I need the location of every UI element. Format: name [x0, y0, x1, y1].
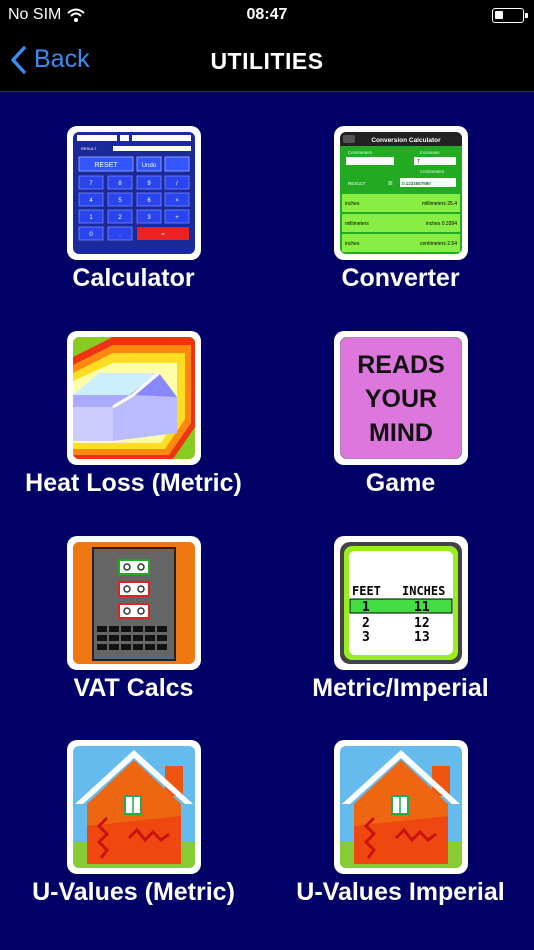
converter-tile[interactable]: Conversion Calculator Centimeters Increa…	[267, 126, 534, 293]
vat-calcs-label: VAT Calcs	[73, 674, 194, 702]
svg-text:+: +	[175, 215, 179, 221]
metric-imperial-tile[interactable]: FEET INCHES 1 11 2 12 3 13 Metric/Imperi…	[267, 536, 534, 703]
calculator-icon: RESULT RESET Undo 7 8 9/ 4 5 6 × 1 2 3 + 0. =	[66, 126, 201, 260]
svg-text:=: =	[388, 179, 393, 188]
heat-loss-metric-tile[interactable]: Heat Loss (Metric)	[0, 331, 267, 498]
svg-text:READS: READS	[357, 351, 445, 379]
svg-text:7: 7	[417, 159, 420, 165]
svg-text:×: ×	[175, 198, 179, 204]
svg-text:inches: inches	[345, 241, 360, 247]
heat-loss-house-icon	[66, 331, 201, 465]
svg-text:millimeters: millimeters	[345, 221, 369, 227]
svg-text:INCHES: INCHES	[402, 584, 445, 598]
svg-text:Conversion Calculator: Conversion Calculator	[371, 137, 441, 144]
svg-text:=: =	[161, 232, 165, 238]
battery-icon	[492, 8, 528, 23]
svg-text:millimeters 25.4: millimeters 25.4	[421, 201, 456, 207]
svg-text:Centimeters: Centimeters	[420, 169, 445, 174]
converter-icon: Conversion Calculator Centimeters Increa…	[333, 126, 468, 260]
svg-text:0.1234567890: 0.1234567890	[402, 181, 431, 186]
converter-label: Converter	[341, 264, 460, 292]
svg-text:YOUR: YOUR	[364, 385, 436, 413]
svg-text:3: 3	[362, 630, 370, 645]
svg-text:RESULT: RESULT	[348, 181, 366, 186]
svg-text:1: 1	[362, 600, 370, 615]
svg-text:RESET: RESET	[94, 162, 118, 169]
heat-loss-metric-label: Heat Loss (Metric)	[25, 469, 242, 497]
u-values-imperial-label: U-Values Imperial	[296, 878, 505, 906]
u-values-metric-label: U-Values (Metric)	[32, 878, 235, 906]
svg-text:12: 12	[414, 616, 430, 631]
u-values-house-icon	[333, 740, 468, 874]
vat-calcs-icon	[66, 536, 201, 670]
svg-text:11: 11	[414, 600, 430, 615]
page-title: UTILITIES	[210, 48, 324, 74]
metric-imperial-label: Metric/Imperial	[312, 674, 489, 702]
svg-text:MIND: MIND	[369, 419, 433, 447]
svg-text:inches: inches	[345, 201, 360, 207]
svg-text:RESULT: RESULT	[81, 146, 97, 151]
navigation-bar: Back UTILITIES	[0, 32, 534, 92]
u-values-metric-tile[interactable]: U-Values (Metric)	[0, 740, 267, 907]
vat-calcs-tile[interactable]: VAT Calcs	[0, 536, 267, 703]
u-values-imperial-tile[interactable]: U-Values Imperial	[267, 740, 534, 907]
status-bar: No SIM 08:47	[0, 0, 534, 32]
calculator-tile[interactable]: RESULT RESET Undo 7 8 9/ 4 5 6 × 1 2 3 + 0. = Cal…	[0, 126, 267, 293]
svg-text:Centimeters: Centimeters	[348, 150, 373, 155]
calculator-label: Calculator	[72, 264, 195, 292]
svg-text:2: 2	[362, 616, 370, 631]
svg-text:centimeters 2.54: centimeters 2.54	[420, 241, 457, 247]
svg-text:Undo: Undo	[141, 163, 156, 169]
game-tile[interactable]: READS YOUR MIND Game	[267, 331, 534, 498]
svg-text:inches 0.3394: inches 0.3394	[425, 221, 456, 227]
game-icon: READS YOUR MIND	[333, 331, 468, 465]
metric-imperial-icon: FEET INCHES 1 11 2 12 3 13	[333, 536, 468, 670]
svg-text:FEET: FEET	[352, 584, 381, 598]
u-values-house-icon	[66, 740, 201, 874]
svg-text:Increases: Increases	[420, 150, 440, 155]
svg-text:13: 13	[414, 630, 430, 645]
game-label: Game	[365, 469, 436, 497]
status-time: 08:47	[246, 6, 288, 23]
